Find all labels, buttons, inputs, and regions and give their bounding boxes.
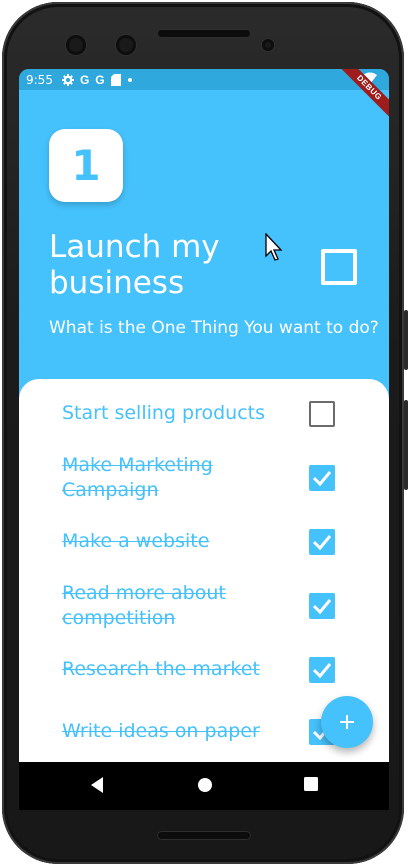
status-time: 9:55 xyxy=(26,72,53,87)
volume-button xyxy=(404,400,408,490)
debug-banner: DEBUG xyxy=(330,69,389,127)
recents-icon[interactable] xyxy=(303,776,319,792)
task-label: Write ideas on paper xyxy=(62,720,260,742)
earpiece-speaker xyxy=(157,29,251,38)
task-checkbox[interactable] xyxy=(309,657,335,683)
device-frame: 9:55 G G DEBUG 1 Launch my business What… xyxy=(0,0,408,867)
task-label: Read more about competition xyxy=(62,582,226,629)
plus-icon xyxy=(340,715,354,729)
goal-checkbox[interactable] xyxy=(321,249,357,285)
task-label: Start selling products xyxy=(62,402,265,424)
status-bar: 9:55 G G DEBUG xyxy=(19,69,389,127)
home-icon[interactable] xyxy=(196,776,214,794)
app-screen: 9:55 G G DEBUG 1 Launch my business What… xyxy=(19,69,389,762)
task-checkbox[interactable] xyxy=(309,529,335,555)
power-button xyxy=(404,310,408,370)
dot-icon xyxy=(127,77,132,82)
sd-card-icon xyxy=(110,73,121,86)
gear-icon xyxy=(61,73,74,86)
add-task-button[interactable] xyxy=(321,696,373,748)
task-label: Make Marketing Campaign xyxy=(62,454,213,501)
check-icon xyxy=(312,663,332,679)
google-icon: G xyxy=(79,72,90,87)
proximity-sensor-icon xyxy=(262,39,274,51)
google-icon: G xyxy=(95,72,105,87)
task-label: Make a website xyxy=(62,530,210,552)
front-camera-icon xyxy=(66,35,86,55)
status-icons: G G xyxy=(61,72,133,87)
task-checkbox[interactable] xyxy=(309,401,335,427)
task-label: Research the market xyxy=(62,658,260,680)
check-icon xyxy=(312,599,332,615)
system-nav-bar xyxy=(19,762,389,810)
check-icon xyxy=(312,471,332,487)
check-icon xyxy=(312,535,332,551)
page-title: Launch my business xyxy=(49,229,220,301)
task-checkbox[interactable] xyxy=(309,465,335,491)
goal-number-badge: 1 xyxy=(49,129,123,202)
mouse-cursor-icon xyxy=(265,233,283,261)
back-icon[interactable] xyxy=(89,776,105,794)
task-checkbox[interactable] xyxy=(309,593,335,619)
page-subtitle: What is the One Thing You want to do? xyxy=(49,318,379,338)
bottom-speaker xyxy=(157,831,251,840)
sensor-icon xyxy=(116,35,136,55)
